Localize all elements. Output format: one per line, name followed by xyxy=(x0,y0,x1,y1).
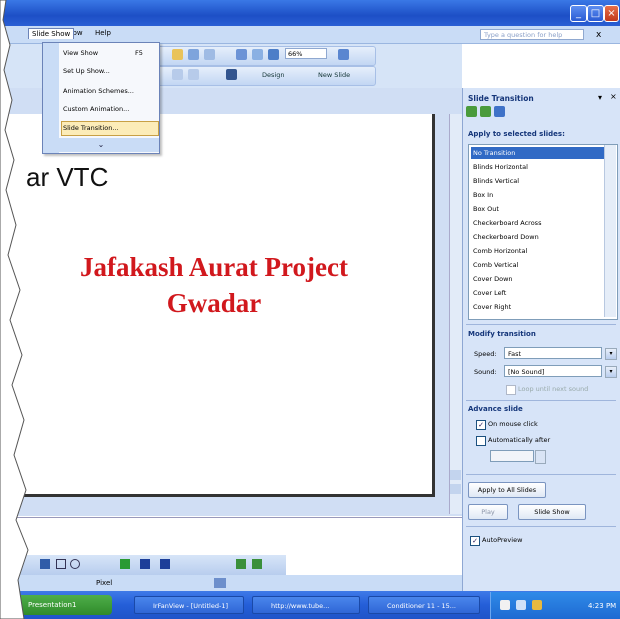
font-color-icon[interactable] xyxy=(226,69,237,80)
zoom-select[interactable]: 66% xyxy=(285,48,327,59)
scroll-next-slide-icon[interactable] xyxy=(450,484,461,494)
clock: 4:23 PM xyxy=(588,602,617,610)
list-item[interactable]: Checkerboard Down xyxy=(471,231,605,243)
help-icon[interactable] xyxy=(338,49,349,60)
vertical-scrollbar[interactable] xyxy=(449,114,463,514)
maximize-button[interactable]: □ xyxy=(587,5,604,22)
design-button[interactable]: Design xyxy=(262,71,284,79)
autopreview-label: AutoPreview xyxy=(482,536,523,544)
grid-icon[interactable] xyxy=(268,49,279,60)
tray-network-icon[interactable] xyxy=(500,600,510,610)
divider xyxy=(466,400,616,401)
notes-pane[interactable] xyxy=(0,517,462,556)
slide-show-menu: View Show F5 Set Up Show... Animation Sc… xyxy=(42,42,160,154)
on-click-label: On mouse click xyxy=(488,420,538,428)
pane-close-icon[interactable]: × xyxy=(610,92,617,101)
modify-header: Modify transition xyxy=(468,330,536,338)
fill-color-icon[interactable] xyxy=(120,559,130,569)
line-color-icon[interactable] xyxy=(140,559,150,569)
bullets-icon[interactable] xyxy=(188,69,199,80)
auto-time-field[interactable] xyxy=(490,450,534,462)
task-pane-title: Slide Transition xyxy=(468,94,534,103)
list-item[interactable]: Box Out xyxy=(471,203,605,215)
list-item[interactable]: Blinds Horizontal xyxy=(471,161,605,173)
loop-label: Loop until next sound xyxy=(518,385,589,393)
menu-item-view-show[interactable]: View Show xyxy=(63,49,98,57)
sound-label: Sound: xyxy=(474,368,497,376)
save-icon[interactable] xyxy=(188,49,199,60)
3d-icon[interactable] xyxy=(252,559,262,569)
scroll-prev-slide-icon[interactable] xyxy=(450,470,461,480)
chevrons-down-icon[interactable]: ⌄ xyxy=(43,138,159,152)
sound-select[interactable]: [No Sound] xyxy=(504,365,602,377)
status-bar xyxy=(0,575,462,591)
list-item[interactable]: Comb Vertical xyxy=(471,259,605,271)
new-slide-button[interactable]: New Slide xyxy=(318,71,350,79)
transition-list[interactable]: No Transition Blinds Horizontal Blinds V… xyxy=(468,144,618,320)
list-item[interactable]: Box In xyxy=(471,189,605,201)
list-item[interactable]: Blinds Vertical xyxy=(471,175,605,187)
apply-header: Apply to selected slides: xyxy=(468,130,565,138)
list-item[interactable]: Cover Down xyxy=(471,273,605,285)
transition-list-scrollbar[interactable] xyxy=(604,145,616,317)
slide-show-button[interactable]: Slide Show xyxy=(518,504,586,520)
open-icon[interactable] xyxy=(172,49,183,60)
menu-item-custom-animation[interactable]: Custom Animation... xyxy=(63,105,129,113)
list-item[interactable]: Cover Right xyxy=(471,301,605,313)
title-bar xyxy=(0,0,620,26)
rectangle-icon[interactable] xyxy=(56,559,66,569)
menu-item-slide-transition[interactable]: Slide Transition... xyxy=(63,124,119,132)
status-text: Pixel xyxy=(96,579,113,587)
divider xyxy=(466,526,616,527)
slide-heading-line1[interactable]: Jafakash Aurat Project xyxy=(24,252,404,283)
loop-checkbox[interactable] xyxy=(506,385,516,395)
align-icon[interactable] xyxy=(172,69,183,80)
sound-dropdown-icon[interactable]: ▾ xyxy=(605,366,617,378)
tray-app-icon[interactable] xyxy=(532,600,542,610)
forward-icon[interactable] xyxy=(480,106,491,117)
autopreview-checkbox[interactable]: ✓ xyxy=(470,536,480,546)
speed-label: Speed: xyxy=(474,350,497,358)
auto-label: Automatically after xyxy=(488,436,551,444)
task-conditioner[interactable]: Conditioner 11 - 15... xyxy=(368,596,480,614)
table-icon[interactable] xyxy=(236,49,247,60)
auto-checkbox[interactable] xyxy=(476,436,486,446)
close-document-icon[interactable]: x xyxy=(596,30,601,40)
divider xyxy=(466,324,616,325)
task-irfanview[interactable]: IrFanView - [Untitled-1] xyxy=(134,596,244,614)
chart-icon[interactable] xyxy=(252,49,263,60)
back-icon[interactable] xyxy=(466,106,477,117)
home-icon[interactable] xyxy=(494,106,505,117)
divider xyxy=(466,474,616,475)
pane-dropdown-icon[interactable]: ▾ xyxy=(598,93,602,102)
oval-icon[interactable] xyxy=(70,559,80,569)
ask-question-field[interactable]: Type a question for help xyxy=(480,29,584,40)
torn-edge-decoration xyxy=(0,0,29,619)
speed-dropdown-icon[interactable]: ▾ xyxy=(605,348,617,360)
speed-select[interactable]: Fast xyxy=(504,347,602,359)
spelling-icon xyxy=(214,578,226,588)
time-spinner-icon[interactable] xyxy=(535,450,546,464)
slide-heading-line2[interactable]: Gwadar xyxy=(24,288,404,319)
view-show-shortcut: F5 xyxy=(135,49,143,57)
list-item[interactable]: No Transition xyxy=(471,147,605,159)
apply-all-button[interactable]: Apply to All Slides xyxy=(468,482,546,498)
list-item[interactable]: Cover Left xyxy=(471,287,605,299)
list-item[interactable]: Checkerboard Across xyxy=(471,217,605,229)
close-button[interactable]: × xyxy=(604,5,619,22)
list-item[interactable]: Comb Horizontal xyxy=(471,245,605,257)
advance-header: Advance slide xyxy=(468,405,523,413)
on-click-checkbox[interactable]: ✓ xyxy=(476,420,486,430)
print-icon[interactable] xyxy=(204,49,215,60)
minimize-button[interactable]: _ xyxy=(570,5,587,22)
task-browser[interactable]: http://www.tube... xyxy=(252,596,360,614)
menu-help[interactable]: Help xyxy=(92,28,114,38)
play-button[interactable]: Play xyxy=(468,504,508,520)
font-color-draw-icon[interactable] xyxy=(160,559,170,569)
menu-item-set-up-show[interactable]: Set Up Show... xyxy=(63,67,110,75)
menu-item-animation-schemes[interactable]: Animation Schemes... xyxy=(63,87,134,95)
shadow-icon[interactable] xyxy=(236,559,246,569)
tray-volume-icon[interactable] xyxy=(516,600,526,610)
